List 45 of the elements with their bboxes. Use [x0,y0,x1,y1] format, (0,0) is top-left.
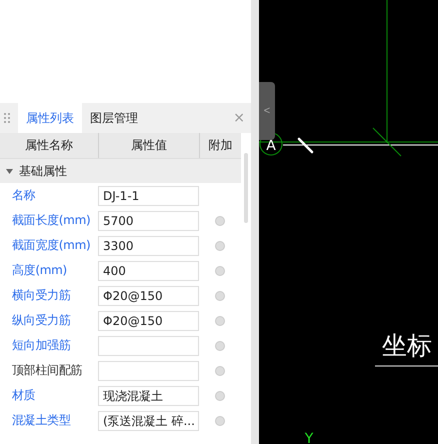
property-name: 截面长度(mm) [11,212,92,229]
property-name: 纵向受力筋 [11,312,72,329]
column-header: 属性值 [98,133,200,158]
value-field[interactable]: Φ20@150 [98,310,199,330]
tick-mark [298,138,314,154]
group-row[interactable]: 基础属性 [0,159,241,183]
attach-radio[interactable] [214,366,224,376]
column-header: 附加 [208,137,234,154]
attach-radio[interactable] [214,240,224,250]
drag-handle-icon[interactable] [4,112,10,124]
value-field[interactable] [98,336,199,356]
drawing-canvas[interactable]: A 坐标 Y < [259,0,438,444]
value-field[interactable]: 5700 [98,210,199,230]
value-field[interactable]: 现浇混凝土 [98,386,199,406]
property-name: 横向受力筋 [11,287,72,304]
property-name: 混凝土类型 [11,412,72,429]
tab[interactable]: 图层管理 [82,103,146,133]
property-name: 高度(mm) [11,262,68,279]
canvas-text: 坐标 [382,331,432,360]
property-name: 顶部柱间配筋 [11,362,84,379]
attach-radio[interactable] [214,290,224,300]
value-field[interactable]: Φ20@150 [98,286,199,306]
group-label: 基础属性 [19,162,67,180]
attach-radio[interactable] [214,316,224,326]
value-field[interactable]: DJ-1-1 [98,186,199,206]
tick-mark [372,128,402,156]
tab[interactable]: 属性列表 [18,103,82,133]
attach-radio[interactable] [214,416,224,426]
attach-radio[interactable] [214,340,224,350]
value-field[interactable] [98,360,199,380]
expand-icon[interactable] [6,168,13,174]
y-axis-label: Y [304,431,314,444]
axis-label: A [266,138,276,154]
property-name: 短向加强筋 [11,337,72,354]
attach-radio[interactable] [214,216,224,226]
value-field[interactable]: (泵送混凝土 碎... [98,410,199,430]
scrollbar-thumb[interactable] [244,153,248,223]
value-field[interactable]: 400 [98,260,199,280]
attach-radio[interactable] [214,390,224,400]
attach-radio[interactable] [214,266,224,276]
property-name: 截面宽度(mm) [11,237,92,254]
column-header: 属性名称 [0,133,99,158]
property-name: 名称 [11,187,36,204]
property-name: 材质 [11,387,36,404]
value-field[interactable]: 3300 [98,236,199,256]
